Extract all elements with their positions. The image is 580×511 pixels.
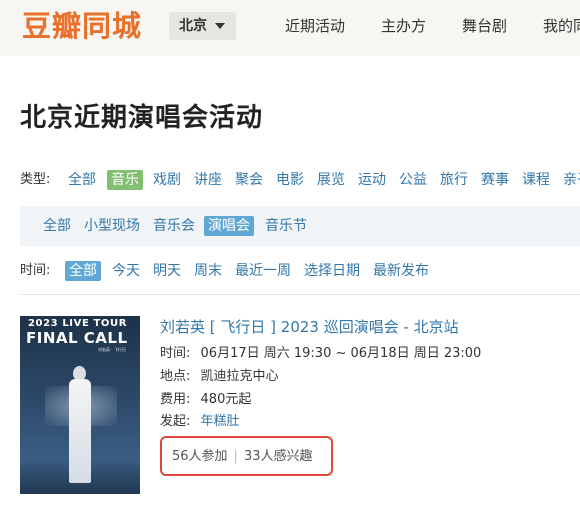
stats-separator: | xyxy=(233,449,238,464)
chevron-down-icon xyxy=(215,23,225,29)
poster-title-text: FINAL CALL xyxy=(26,329,128,347)
event-time-row: 时间: 06月17日 周六 19:30 ~ 06月18日 周日 23:00 xyxy=(160,344,481,364)
poster-tour-text: 2023 LIVE TOUR xyxy=(28,318,128,329)
subtype-music-festival[interactable]: 音乐节 xyxy=(265,216,307,236)
nav-my-city[interactable]: 我的同城 xyxy=(543,14,580,38)
time-tomorrow[interactable]: 明天 xyxy=(153,261,181,281)
type-music[interactable]: 音乐 xyxy=(107,170,143,190)
type-charity[interactable]: 公益 xyxy=(399,170,427,190)
type-competition[interactable]: 赛事 xyxy=(481,170,509,190)
city-label: 北京 xyxy=(179,18,207,34)
event-poster[interactable]: 2023 LIVE TOUR FINAL CALL 刘若英 · 飞行日 xyxy=(20,316,140,494)
time-all[interactable]: 全部 xyxy=(65,261,101,281)
event-time-label: 时间: xyxy=(160,346,191,361)
nav-stage-plays[interactable]: 舞台剧 xyxy=(462,14,507,38)
type-sports[interactable]: 运动 xyxy=(358,170,386,190)
time-pick-date[interactable]: 选择日期 xyxy=(304,261,360,281)
type-course[interactable]: 课程 xyxy=(522,170,550,190)
event-time-value: 06月17日 周六 19:30 ~ 06月18日 周日 23:00 xyxy=(200,346,482,361)
type-filter-label: 类型: xyxy=(20,172,51,187)
event-host-label: 发起: xyxy=(160,414,191,429)
subtype-small-live[interactable]: 小型现场 xyxy=(84,216,140,236)
type-film[interactable]: 电影 xyxy=(276,170,304,190)
event-fee-label: 费用: xyxy=(160,392,191,407)
time-this-week[interactable]: 最近一周 xyxy=(235,261,291,281)
type-exhibition[interactable]: 展览 xyxy=(317,170,345,190)
event-place-value: 凯迪拉克中心 xyxy=(200,369,279,384)
event-stats-box: 56人参加 | 33人感兴趣 xyxy=(160,436,333,476)
joined-count[interactable]: 56人参加 xyxy=(172,449,228,464)
event-fee-row: 费用: 480元起 xyxy=(160,390,251,410)
type-party[interactable]: 聚会 xyxy=(235,170,263,190)
top-bar: 豆瓣同城 北京 近期活动 主办方 舞台剧 我的同城 xyxy=(0,0,580,56)
site-logo[interactable]: 豆瓣同城 xyxy=(22,6,142,46)
event-host-link[interactable]: 年糕肚 xyxy=(201,414,240,429)
time-weekend[interactable]: 周末 xyxy=(194,261,222,281)
divider xyxy=(20,294,580,295)
nav-recent-events[interactable]: 近期活动 xyxy=(285,14,345,38)
time-newest[interactable]: 最新发布 xyxy=(373,261,429,281)
event-stats-text: 56人参加 | 33人感兴趣 xyxy=(172,447,312,467)
event-place-row: 地点: 凯迪拉克中心 xyxy=(160,367,279,387)
type-family[interactable]: 亲子 xyxy=(563,170,580,190)
event-place-label: 地点: xyxy=(160,369,191,384)
interested-count[interactable]: 33人感兴趣 xyxy=(244,449,313,464)
event-host-row: 发起: 年糕肚 xyxy=(160,412,240,432)
nav-organizers[interactable]: 主办方 xyxy=(381,14,426,38)
subtype-all[interactable]: 全部 xyxy=(43,216,71,236)
subtype-concert-classical[interactable]: 音乐会 xyxy=(153,216,195,236)
poster-small-text: 刘若英 · 飞行日 xyxy=(98,347,126,352)
type-lecture[interactable]: 讲座 xyxy=(194,170,222,190)
event-fee-value: 480元起 xyxy=(200,392,252,407)
subtype-concert[interactable]: 演唱会 xyxy=(204,216,254,236)
event-title-link[interactable]: 刘若英 [ 飞行日 ] 2023 巡回演唱会 - 北京站 xyxy=(160,316,459,338)
city-selector[interactable]: 北京 xyxy=(169,12,236,40)
poster-singer-figure xyxy=(66,366,94,484)
type-all[interactable]: 全部 xyxy=(68,170,96,190)
time-filter-label: 时间: xyxy=(20,263,51,278)
page-title: 北京近期演唱会活动 xyxy=(20,103,264,133)
figure-body xyxy=(69,379,91,483)
type-drama[interactable]: 戏剧 xyxy=(153,170,181,190)
time-today[interactable]: 今天 xyxy=(112,261,140,281)
type-travel[interactable]: 旅行 xyxy=(440,170,468,190)
